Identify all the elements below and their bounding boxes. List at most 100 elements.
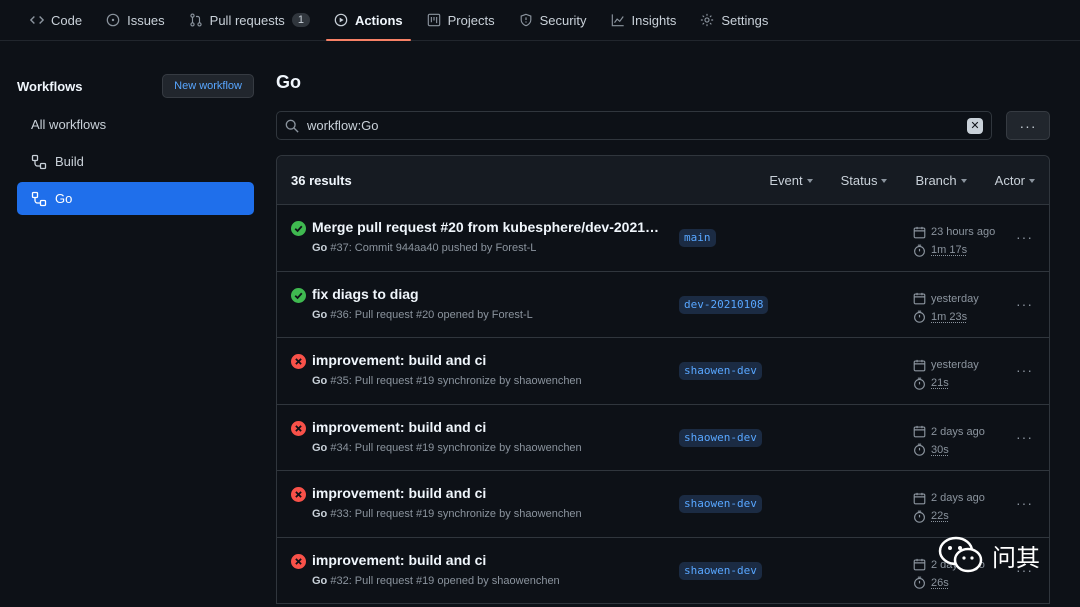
branch-label[interactable]: shaowen-dev [679, 495, 762, 513]
failure-x-icon [291, 420, 306, 436]
run-description: #33: Pull request #19 synchronize by sha… [327, 508, 582, 520]
run-more-options-icon[interactable]: ··· [1016, 495, 1033, 511]
tab-pull-requests[interactable]: Pull requests 1 [177, 0, 322, 40]
run-time: 2 days ago [913, 423, 985, 441]
run-when: yesterday [931, 292, 979, 305]
calendar-icon [913, 226, 926, 238]
sidebar-item-go[interactable]: Go [17, 182, 254, 215]
caret-down-icon [1029, 178, 1035, 183]
success-check-icon [291, 287, 306, 303]
sidebar-item-all-workflows[interactable]: All workflows [17, 108, 254, 141]
tab-settings[interactable]: Settings [688, 0, 780, 40]
sidebar-item-label: Build [55, 154, 84, 169]
stopwatch-icon [914, 377, 925, 390]
run-title[interactable]: improvement: build and ci [312, 352, 662, 368]
status-filter-dropdown[interactable]: Status [841, 173, 888, 188]
run-more-options-icon[interactable]: ··· [1016, 229, 1033, 245]
sidebar-header: Workflows New workflow [17, 72, 254, 100]
run-subtitle: Go #32: Pull request #19 opened by shaow… [312, 575, 560, 587]
tab-label: Settings [721, 12, 769, 28]
clear-search-icon[interactable]: ✕ [967, 117, 983, 134]
workflow-run-row[interactable]: Merge pull request #20 from kubesphere/d… [277, 205, 1049, 272]
more-options-button[interactable]: ··· [1006, 111, 1050, 140]
pull-request-count-badge: 1 [291, 13, 310, 27]
branch-label[interactable]: dev-20210108 [679, 295, 769, 314]
filter-label: Event [769, 172, 803, 188]
caret-down-icon [960, 178, 967, 183]
search-input[interactable] [307, 118, 959, 133]
run-duration: 26s [913, 574, 985, 592]
run-title[interactable]: improvement: build and ci [312, 552, 662, 568]
workflow-run-row[interactable]: fix diags to diag Go #36: Pull request #… [277, 272, 1049, 338]
play-icon [334, 13, 348, 27]
run-meta: 23 hours ago 1m 17s [913, 223, 995, 259]
tab-insights[interactable]: Insights [599, 0, 689, 40]
caret-down-icon [806, 178, 813, 183]
run-description: #37: Commit 944aa40 pushed by Forest-L [327, 242, 537, 254]
tab-label: Projects [447, 12, 495, 28]
run-duration-value: 21s [931, 377, 949, 389]
run-subtitle: Go #35: Pull request #19 synchronize by … [312, 375, 582, 387]
run-duration: 1m 17s [913, 241, 995, 259]
run-duration: 30s [913, 441, 985, 459]
tab-code[interactable]: Code [18, 0, 94, 40]
success-check-icon [291, 221, 306, 236]
tab-projects[interactable]: Projects [415, 0, 507, 40]
workflow-runs-panel: Go ✕ ··· 36 results Event Status Branch … [276, 72, 1050, 604]
filter-label: Branch [915, 172, 957, 188]
run-more-options-icon[interactable]: ··· [1016, 362, 1033, 378]
workflow-icon [31, 154, 47, 169]
shield-icon [519, 13, 533, 27]
tab-label: Security [539, 12, 587, 28]
branch-label[interactable]: shaowen-dev [679, 362, 762, 380]
calendar-icon [913, 558, 926, 571]
run-title[interactable]: fix diags to diag [312, 286, 662, 302]
code-icon [30, 13, 44, 27]
workflow-run-row[interactable]: improvement: build and ci Go #34: Pull r… [277, 405, 1049, 471]
new-workflow-button[interactable]: New workflow [162, 74, 254, 98]
calendar-icon [913, 492, 926, 504]
branch-label[interactable]: shaowen-dev [679, 561, 762, 580]
run-more-options-icon[interactable]: ··· [1016, 429, 1033, 445]
run-duration-value: 26s [931, 576, 949, 589]
run-duration-value: 22s [931, 510, 949, 522]
branch-filter-dropdown[interactable]: Branch [915, 172, 967, 188]
pull-request-icon [189, 13, 203, 27]
branch-label[interactable]: shaowen-dev [679, 428, 762, 447]
repo-nav: Code Issues Pull requests 1 Actions Proj… [0, 0, 1080, 41]
run-subtitle: Go #34: Pull request #19 synchronize by … [312, 442, 582, 454]
run-time: yesterday [913, 356, 979, 374]
project-icon [427, 13, 441, 27]
run-title[interactable]: improvement: build and ci [312, 419, 662, 435]
run-time: 2 days ago [913, 489, 985, 507]
caret-down-icon [881, 178, 888, 183]
branch-label[interactable]: main [679, 229, 716, 247]
runs-list-header: 36 results Event Status Branch Actor [277, 156, 1049, 205]
run-filters: Event Status Branch Actor [769, 173, 1035, 188]
stopwatch-icon [914, 576, 925, 589]
tab-issues[interactable]: Issues [94, 0, 177, 40]
stopwatch-icon [914, 510, 925, 523]
run-workflow-name: Go [312, 574, 328, 587]
run-meta: yesterday 21s [913, 356, 979, 392]
tab-security[interactable]: Security [507, 0, 599, 40]
stopwatch-icon [914, 443, 925, 456]
actor-filter-dropdown[interactable]: Actor [995, 173, 1035, 188]
results-count: 36 results [291, 172, 352, 188]
workflow-run-row[interactable]: improvement: build and ci Go #32: Pull r… [277, 538, 1049, 604]
filter-row: ✕ ··· [276, 111, 1050, 140]
workflow-run-row[interactable]: improvement: build and ci Go #33: Pull r… [277, 471, 1049, 538]
run-title[interactable]: Merge pull request #20 from kubesphere/d… [312, 219, 662, 235]
tab-label: Pull requests [209, 12, 285, 28]
tab-actions[interactable]: Actions [322, 0, 415, 41]
run-workflow-name: Go [312, 441, 328, 454]
run-duration-value: 1m 17s [931, 244, 968, 256]
sidebar-item-build[interactable]: Build [17, 145, 254, 178]
run-title[interactable]: improvement: build and ci [312, 485, 662, 501]
tab-label: Issues [127, 12, 165, 28]
workflow-run-row[interactable]: improvement: build and ci Go #35: Pull r… [277, 338, 1049, 405]
event-filter-dropdown[interactable]: Event [769, 172, 813, 188]
run-description: #34: Pull request #19 synchronize by sha… [327, 441, 582, 454]
failure-x-icon [291, 553, 306, 569]
run-more-options-icon[interactable]: ··· [1016, 296, 1033, 312]
